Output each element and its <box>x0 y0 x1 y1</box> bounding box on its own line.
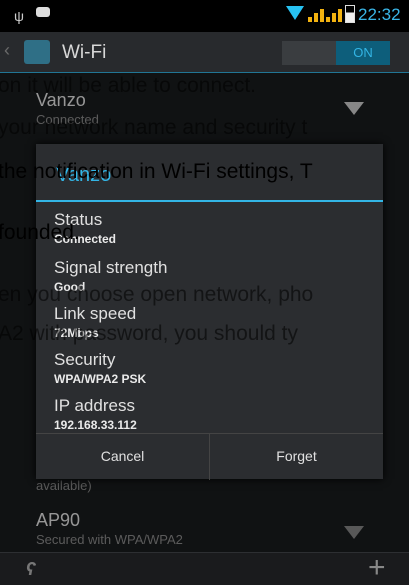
signal-strength-label: Signal strength <box>54 258 168 277</box>
wifi-toggle[interactable]: ON <box>282 41 390 65</box>
ip-address-value: 192.168.33.112 <box>54 418 137 432</box>
phone-screen: ψ 22:32 ‹ Wi-Fi ON Vanzo Connected avail… <box>0 0 409 585</box>
overlay-text-line: on it will be able to connect. <box>0 74 256 97</box>
notification-icon <box>36 7 50 17</box>
network-details-dialog: Vanzo Status Connected Signal strength G… <box>36 144 383 480</box>
dialog-button-bar: Cancel Forget <box>36 433 383 480</box>
link-speed-label: Link speed <box>54 304 137 323</box>
overlay-text-line: en you choose open network, pho <box>0 283 314 306</box>
wps-icon[interactable]: ʕ <box>26 559 35 580</box>
ip-address-label: IP address <box>54 396 135 415</box>
battery-icon <box>345 5 355 23</box>
clock: 22:32 <box>358 5 401 24</box>
add-network-icon[interactable]: + <box>368 551 386 585</box>
wifi-toggle-on-label: ON <box>336 41 390 65</box>
overlay-text-line: founded. <box>0 221 80 244</box>
bottom-action-bar: ʕ + <box>0 551 409 585</box>
overlay-text-line: the notification in Wi-Fi settings, T <box>0 160 313 183</box>
wifi-settings-icon[interactable] <box>24 40 50 64</box>
dialog-divider <box>36 200 383 202</box>
overlay-text-line: A2 with password, you should ty <box>0 322 298 345</box>
cancel-button[interactable]: Cancel <box>36 434 210 480</box>
wifi-status-icon <box>286 6 304 20</box>
forget-button[interactable]: Forget <box>210 434 383 480</box>
security-value: WPA/WPA2 PSK <box>54 372 147 386</box>
action-bar: ‹ Wi-Fi ON <box>0 32 409 73</box>
status-bar: ψ 22:32 <box>0 0 409 32</box>
security-label: Security <box>54 350 116 369</box>
page-title: Wi-Fi <box>62 42 107 63</box>
back-chevron-icon[interactable]: ‹ <box>4 40 10 61</box>
usb-icon: ψ <box>14 8 24 24</box>
overlay-text-line: your network name and security t <box>0 116 308 139</box>
